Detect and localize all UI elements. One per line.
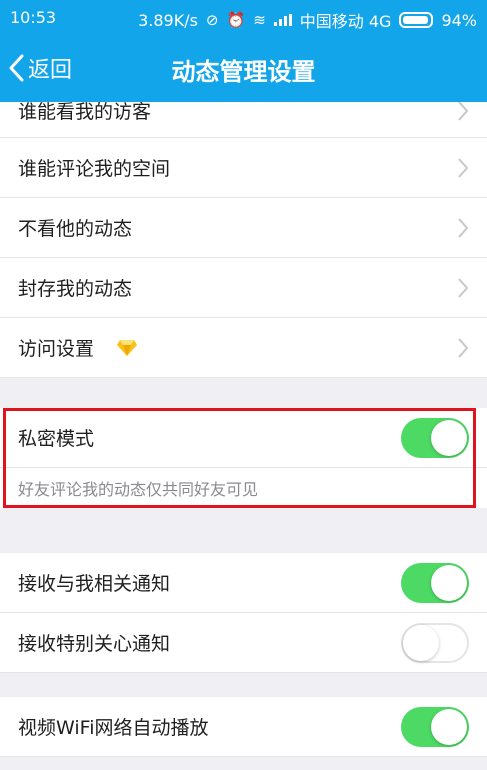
row-hide-their-feed[interactable]: 不看他的动态 xyxy=(0,198,487,258)
page-title: 动态管理设置 xyxy=(171,58,316,86)
toggle-knob xyxy=(431,708,467,745)
wifi-icon: ≋ xyxy=(253,11,266,29)
row-access-settings[interactable]: 访问设置 xyxy=(0,318,487,378)
row-video-autoplay: 视频WiFi网络自动播放 xyxy=(0,697,487,757)
carrier-label: 中国移动 4G xyxy=(299,12,392,31)
battery-percent: 94% xyxy=(441,10,477,30)
battery-icon xyxy=(399,12,434,28)
row-related-notifications: 接收与我相关通知 xyxy=(0,553,487,613)
toggle-knob xyxy=(403,624,439,661)
row-who-can-comment[interactable]: 谁能评论我的空间 xyxy=(0,138,487,198)
chevron-right-icon xyxy=(458,157,469,178)
chevron-right-icon xyxy=(458,217,469,238)
chevron-right-icon xyxy=(458,102,469,121)
toggle-knob xyxy=(431,564,467,601)
special-care-notifications-toggle[interactable] xyxy=(401,622,469,663)
mute-icon: ⊘ xyxy=(205,11,219,29)
status-right: 3.89K/s ⊘ ⏰ ≋ 中国移动 4G 94% xyxy=(138,8,477,32)
row-label: 谁能看我的访客 xyxy=(18,102,152,123)
row-archive-my-feed[interactable]: 封存我的动态 xyxy=(0,258,487,318)
toggle-knob xyxy=(431,419,467,456)
row-label: 封存我的动态 xyxy=(18,278,133,300)
row-label: 接收与我相关通知 xyxy=(18,573,171,595)
private-mode-toggle[interactable] xyxy=(401,417,469,458)
row-label: 访问设置 xyxy=(18,338,95,360)
network-speed: 3.89K/s xyxy=(138,10,198,30)
status-bar: 10:53 3.89K/s ⊘ ⏰ ≋ 中国移动 4G 94% xyxy=(0,0,487,34)
row-who-sees-visitors[interactable]: 谁能看我的访客 xyxy=(0,102,487,138)
signal-icon xyxy=(273,14,292,26)
row-label: 私密模式 xyxy=(18,428,95,450)
chevron-right-icon xyxy=(458,277,469,298)
row-special-care-notifications: 接收特别关心通知 xyxy=(0,613,487,673)
row-private-mode: 私密模式 xyxy=(0,408,487,468)
row-label: 谁能评论我的空间 xyxy=(18,158,171,180)
private-mode-description: 好友评论我的动态仅共同好友可见 xyxy=(0,468,487,508)
video-autoplay-toggle[interactable] xyxy=(401,706,469,747)
nav-bar: 返回 动态管理设置 xyxy=(0,34,487,102)
settings-list: 谁能看我的访客 谁能评论我的空间 不看他的动态 封存我的动态 访问设置 私密模式… xyxy=(0,102,487,757)
chevron-right-icon xyxy=(458,337,469,358)
privacy-section: 私密模式 好友评论我的动态仅共同好友可见 xyxy=(0,408,487,508)
diamond-icon xyxy=(117,339,138,356)
status-time: 10:53 xyxy=(10,8,57,27)
row-label: 不看他的动态 xyxy=(18,218,133,240)
row-label: 接收特别关心通知 xyxy=(18,633,171,655)
alarm-icon: ⏰ xyxy=(226,11,246,29)
related-notifications-toggle[interactable] xyxy=(401,562,469,603)
row-label: 视频WiFi网络自动播放 xyxy=(18,717,209,739)
